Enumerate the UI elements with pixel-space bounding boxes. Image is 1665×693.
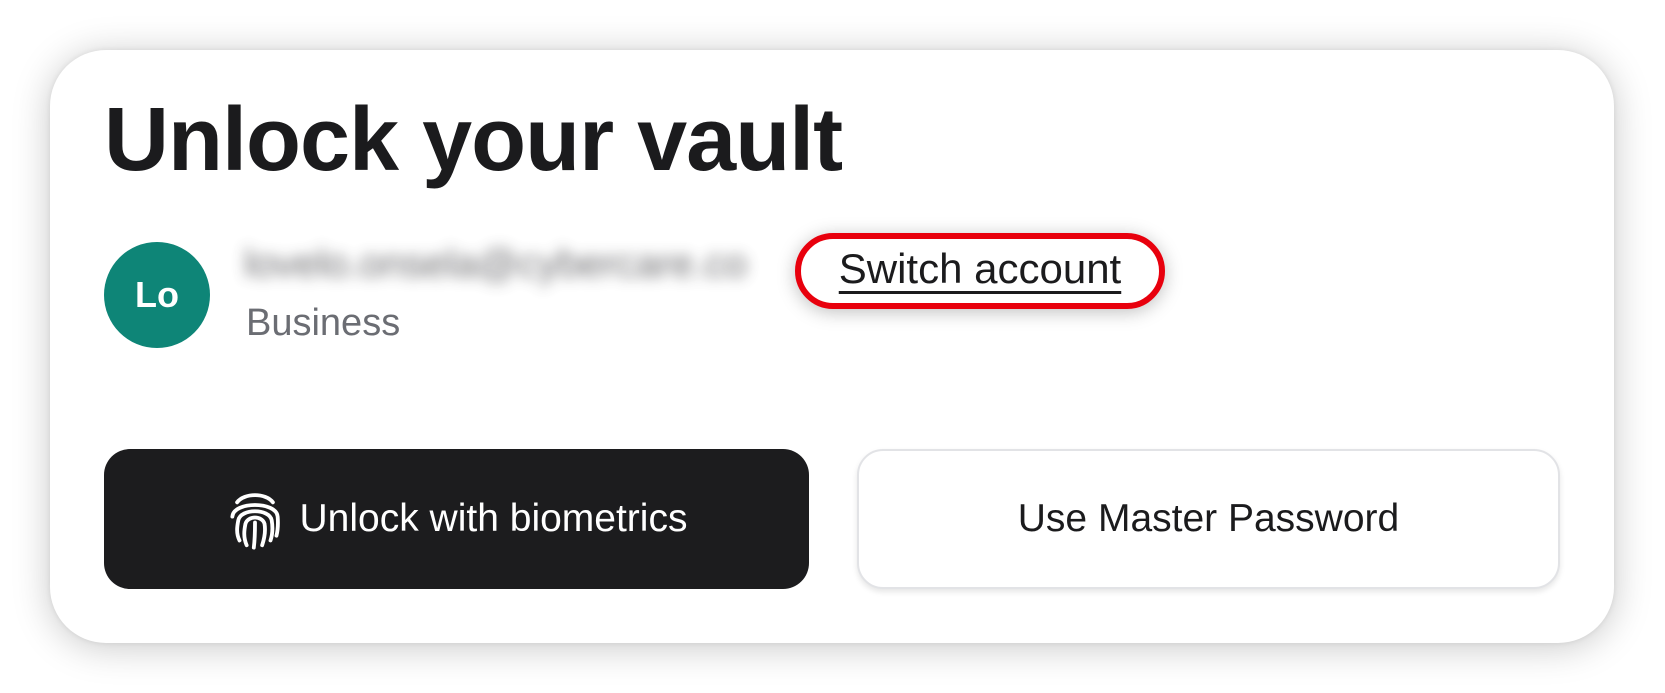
switch-account-highlight: Switch account (795, 233, 1165, 309)
use-master-password-button[interactable]: Use Master Password (857, 449, 1560, 589)
switch-account-link[interactable]: Switch account (839, 244, 1121, 298)
fingerprint-icon (226, 488, 284, 550)
use-master-password-label: Use Master Password (1017, 497, 1400, 540)
avatar-initials: Lo (135, 274, 179, 315)
unlock-biometrics-button[interactable]: Unlock with biometrics (104, 449, 809, 589)
account-email-blurred: lovelo.onsela@cybercare.co (244, 242, 748, 286)
unlock-biometrics-label: Unlock with biometrics (299, 497, 688, 540)
page-title: Unlock your vault (104, 90, 843, 190)
avatar: Lo (104, 242, 210, 348)
account-plan: Business (246, 302, 401, 344)
screenshot-stage: Unlock your vault Lo lovelo.onsela@cyber… (0, 0, 1665, 693)
